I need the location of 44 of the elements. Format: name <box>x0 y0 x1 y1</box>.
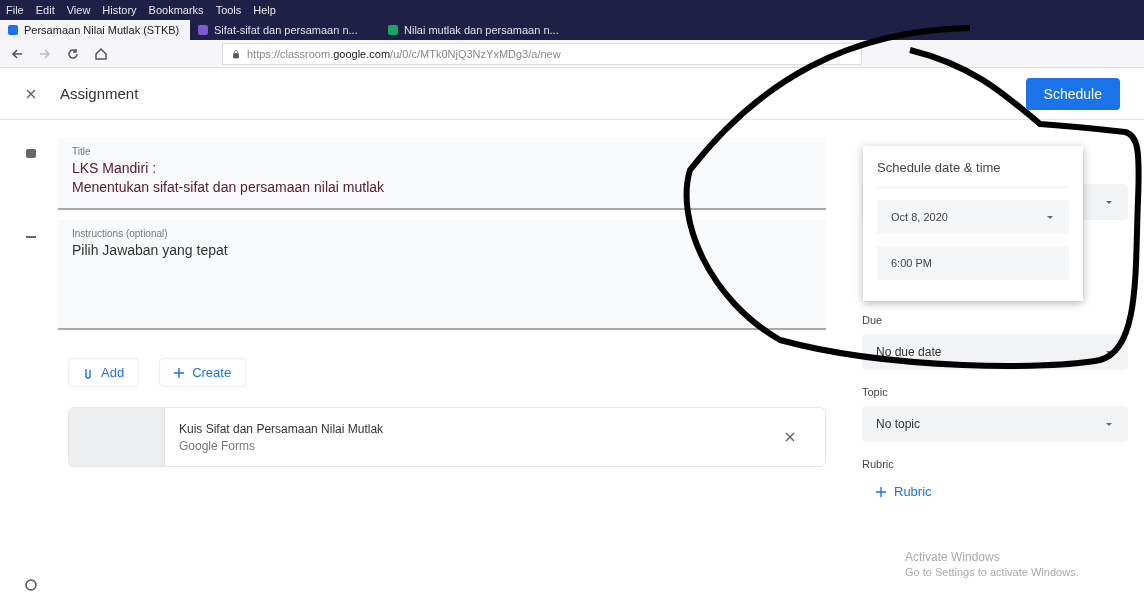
tab-favicon-icon <box>388 25 398 35</box>
tab-favicon-icon <box>8 25 18 35</box>
page-title: Assignment <box>60 85 140 102</box>
time-field[interactable]: 6:00 PM <box>877 246 1069 280</box>
remove-icon[interactable] <box>783 430 797 444</box>
feedback-icon[interactable] <box>24 578 38 592</box>
tab-favicon-icon <box>198 25 208 35</box>
attachment-title: Kuis Sifat dan Persamaan Nilai Mutlak <box>179 421 385 436</box>
menu-item[interactable]: History <box>102 4 137 16</box>
address-bar[interactable]: https://classroom.google.com/u/0/c/MTk0NjQ3NzYxMDg3/a/new <box>222 42 862 65</box>
url-text: https://classroom.google.com/u/0/c/MTk0NjQ3NzYxMDg3/a/new <box>247 47 561 60</box>
activation-notice-text: Go to Settings to activate Windows. <box>905 566 1079 578</box>
assignment-icon <box>24 146 38 160</box>
field-label: Due <box>862 314 884 326</box>
browser-tab[interactable]: Nilai mutlak dan persamaan n... <box>380 20 570 40</box>
home-icon[interactable] <box>94 46 108 61</box>
paperclip-icon <box>83 366 93 379</box>
lock-icon <box>231 48 241 59</box>
plus-icon <box>174 366 185 379</box>
menu-item[interactable]: Edit <box>35 4 55 16</box>
back-arrow-icon[interactable] <box>10 46 24 61</box>
schedule-button[interactable]: Schedule <box>1025 77 1120 110</box>
plus-icon <box>876 486 886 497</box>
attachment-card[interactable]: Kuis Sifat dan Persamaan Nilai Mutlak Google Forms <box>68 407 826 467</box>
menu-item[interactable]: Tools <box>215 4 242 16</box>
rubric-label: Rubric <box>862 458 895 470</box>
browser-tab[interactable]: Sifat-sifat dan persamaan n... <box>190 20 380 40</box>
add-button[interactable]: Add <box>68 358 140 387</box>
title-field[interactable]: Title LKS Mandiri : Menentukan sifat-sifat dan persamaan nilai mutlak <box>58 138 826 210</box>
field-label: Topic <box>862 386 889 398</box>
instructions-field[interactable]: Instructions (optional) Pilih Jawaban yang tepat <box>58 220 826 330</box>
close-icon[interactable] <box>24 86 38 101</box>
dropdown-select[interactable]: No topic <box>862 406 1128 442</box>
activation-notice-title: Activate Windows <box>905 550 1001 564</box>
menu-item[interactable]: Help <box>253 4 276 16</box>
popup-title: Schedule date & time <box>877 160 1069 188</box>
menu-item[interactable]: View <box>66 4 91 16</box>
date-field[interactable]: Oct 8, 2020 <box>877 200 1069 234</box>
reload-icon[interactable] <box>66 46 80 61</box>
browser-tab[interactable]: Persamaan Nilai Mutlak (STKB) <box>0 20 190 40</box>
attachment-type: Google Forms <box>179 438 257 453</box>
menu-item[interactable]: File <box>6 4 24 16</box>
menu-item[interactable]: Bookmarks <box>148 4 204 16</box>
create-button[interactable]: Create <box>159 358 247 387</box>
